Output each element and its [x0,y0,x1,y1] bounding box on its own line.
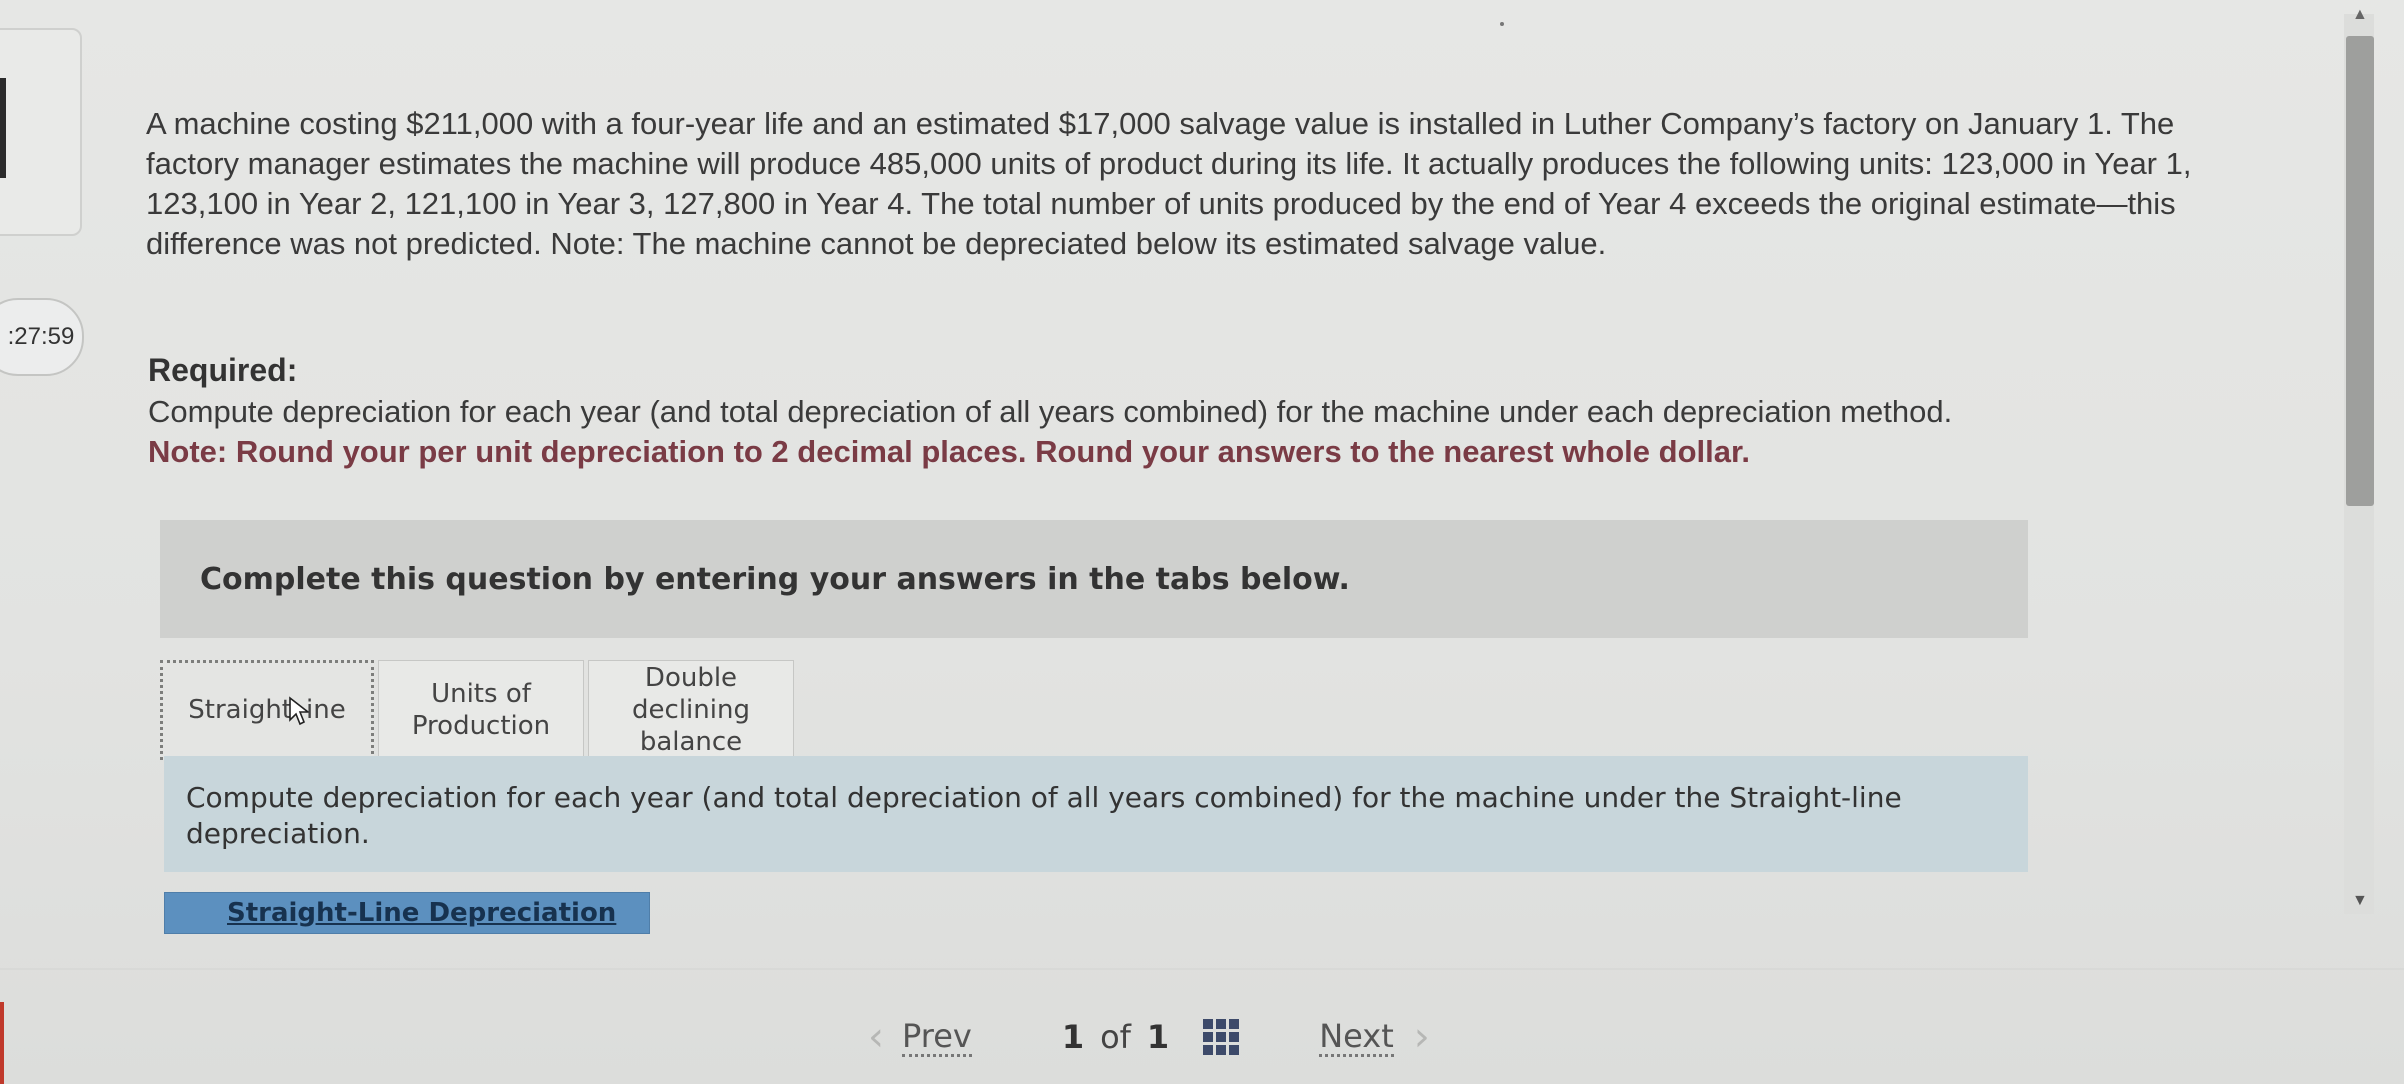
rounding-note: Note: Round your per unit depreciation t… [148,434,1750,469]
method-tabs: Straight ine Units of Production Double d… [160,660,798,760]
timer-text: :27:59 [7,323,75,350]
tab-ddb-line1: Double [644,663,738,693]
tab-units-line2: Production [411,711,551,741]
instructions-banner: Complete this question by entering your … [160,520,2028,638]
tab-double-declining-balance[interactable]: Double declining balance [588,660,794,760]
straight-line-depreciation-subtab[interactable]: Straight-Line Depreciation [164,892,650,934]
left-side-panel [0,28,82,236]
page-of-label: of [1100,1018,1131,1056]
tab-units-of-production[interactable]: Units of Production [378,660,584,760]
required-instruction: Compute depreciation for each year (and … [148,394,1953,429]
scroll-down-arrow-icon[interactable]: ▼ [2352,892,2368,910]
next-button[interactable]: Next [1319,1018,1394,1057]
tab-units-line1: Units of [431,679,531,709]
tab-units-of-production-label: Units of Production [412,678,550,742]
scrollbar-thumb[interactable] [2346,36,2374,506]
tab-straight-line[interactable]: Straight ine [160,660,374,760]
footer-divider [0,968,2404,970]
page: :27:59 A machine costing $211,000 with a… [0,0,2404,1084]
tab-straight-line-label: Straight ine [188,694,345,726]
grid-icon[interactable] [1203,1019,1240,1055]
vertical-scrollbar[interactable]: ▲ ▼ [2294,0,2404,960]
decorative-dot [1500,22,1504,26]
tab-straight-line-label-part2: ine [306,695,346,725]
chevron-right-icon[interactable]: › [1414,1014,1430,1060]
question-text: A machine costing $211,000 with a four-y… [146,106,2192,261]
tab-ddb-line3: balance [639,727,743,757]
left-edge-accent [0,1002,4,1084]
required-heading: Required: [148,352,298,388]
left-side-indicator [0,78,6,178]
tab-content-instruction: Compute depreciation for each year (and … [164,756,2028,872]
instructions-text: Complete this question by entering your … [200,561,1350,597]
tab-double-declining-label: Double declining balance [632,662,750,758]
scroll-up-arrow-icon[interactable]: ▲ [2352,6,2368,24]
chevron-left-icon[interactable]: ‹ [868,1014,884,1060]
next-control[interactable]: Next › [1319,1014,1430,1060]
prev-button[interactable]: Prev [902,1018,972,1057]
tab-ddb-line2: declining [632,695,750,725]
tab-straight-line-label-part1: Straight [188,695,293,725]
pagination: ‹ Prev 1 of 1 Next › [868,1010,1430,1064]
page-current: 1 [1061,1018,1085,1056]
timer-badge[interactable]: :27:59 [0,298,84,376]
page-total: 1 [1146,1018,1170,1056]
